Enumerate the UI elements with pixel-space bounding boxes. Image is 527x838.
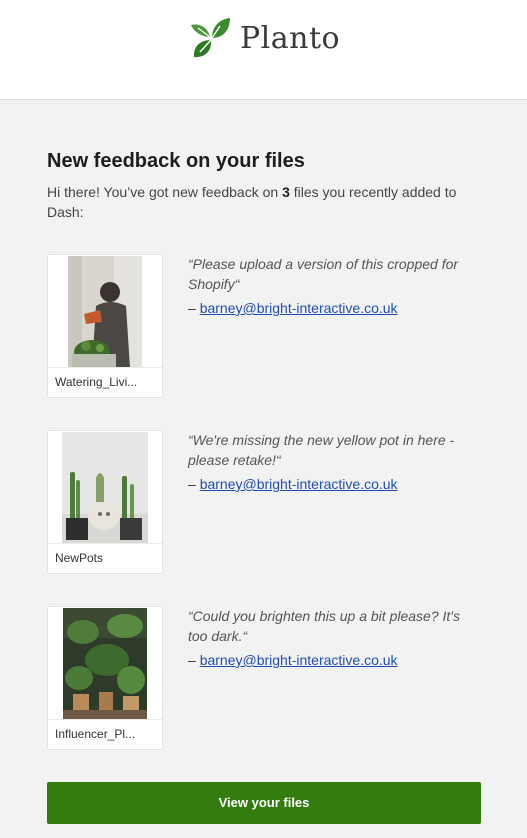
author-email-link[interactable]: barney@bright-interactive.co.uk <box>200 300 398 316</box>
feedback-item: Influencer_Pl... “Could you brighten thi… <box>47 606 481 750</box>
feedback-item: NewPots “We're missing the new yellow po… <box>47 430 481 574</box>
page-title: New feedback on your files <box>47 150 305 172</box>
file-name: Influencer_Pl... <box>48 719 162 749</box>
feedback-author: – barney@bright-interactive.co.uk <box>188 474 398 494</box>
brand-name: Planto <box>240 20 341 56</box>
leaf-logo-icon <box>191 18 230 58</box>
author-dash: – <box>188 652 200 668</box>
file-thumbnail <box>68 256 142 368</box>
author-email-link[interactable]: barney@bright-interactive.co.uk <box>200 476 398 492</box>
file-thumbnail <box>62 432 148 544</box>
file-card[interactable]: Influencer_Pl... <box>47 606 163 750</box>
email-header: Planto <box>0 0 527 100</box>
file-name: NewPots <box>48 543 162 573</box>
brand-logo[interactable]: Planto <box>190 16 340 60</box>
feedback-comment: “Could you brighten this up a bit please… <box>188 608 460 644</box>
feedback-author: – barney@bright-interactive.co.uk <box>188 650 398 670</box>
file-count: 3 <box>282 184 290 200</box>
file-thumbnail <box>63 608 147 720</box>
file-card[interactable]: NewPots <box>47 430 163 574</box>
email-body: New feedback on your files Hi there! You… <box>47 148 481 222</box>
intro-text-start: Hi there! You’ve got new feedback on <box>47 184 283 200</box>
feedback-comment: “We're missing the new yellow pot in her… <box>188 432 455 468</box>
file-name: Watering_Livi... <box>48 367 162 397</box>
intro-text: Hi there! You’ve got new feedback on 3 f… <box>47 182 481 222</box>
author-dash: – <box>188 476 200 492</box>
view-files-button[interactable]: View your files <box>47 782 481 824</box>
feedback-comment: “Please upload a version of this cropped… <box>188 256 459 292</box>
file-card[interactable]: Watering_Livi... <box>47 254 163 398</box>
feedback-item: Watering_Livi... “Please upload a versio… <box>47 254 481 398</box>
author-email-link[interactable]: barney@bright-interactive.co.uk <box>200 652 398 668</box>
author-dash: – <box>188 300 200 316</box>
feedback-author: – barney@bright-interactive.co.uk <box>188 298 398 318</box>
